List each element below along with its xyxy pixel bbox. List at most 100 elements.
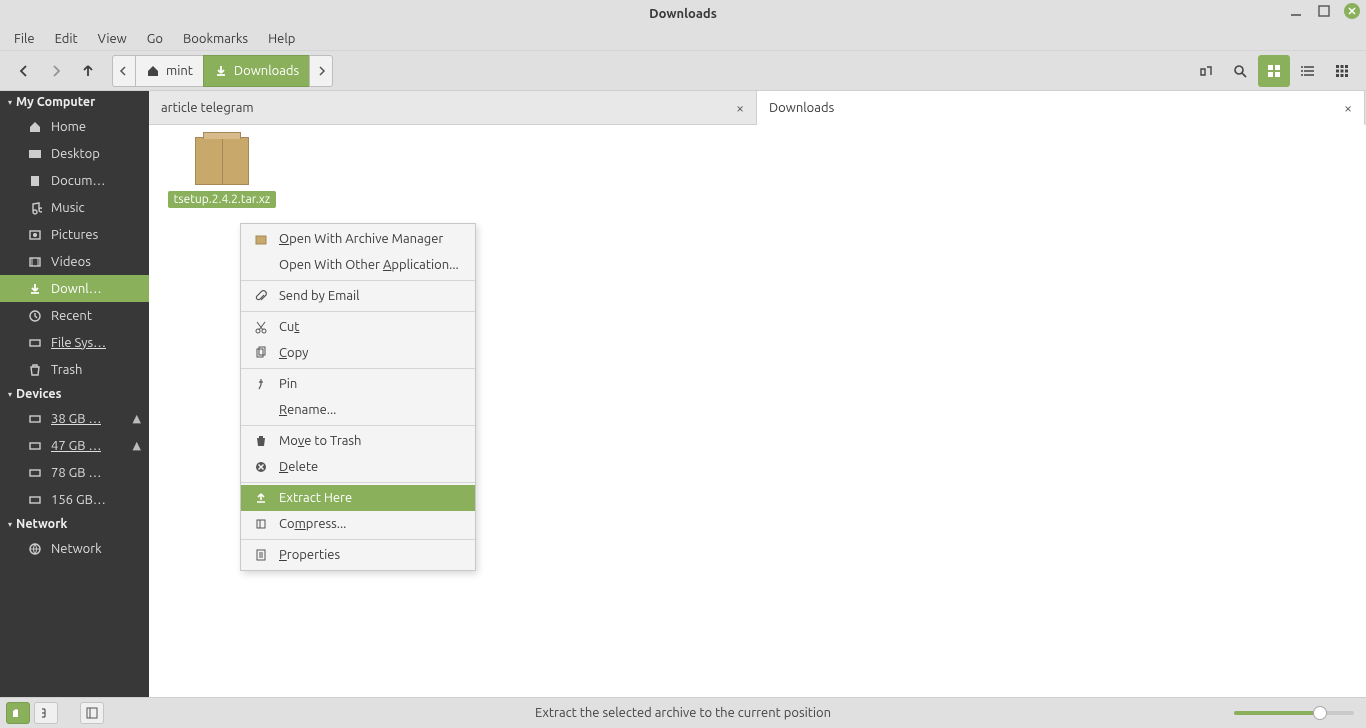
main-area: ▾My Computer Home Desktop Docum… Music P… xyxy=(0,91,1366,697)
menu-open-with-archive[interactable]: Open With Archive Manager xyxy=(241,226,475,252)
properties-icon xyxy=(253,548,269,562)
close-button[interactable] xyxy=(1344,3,1360,19)
zoom-thumb[interactable] xyxy=(1313,706,1327,720)
show-places-button[interactable] xyxy=(6,702,30,724)
menu-go[interactable]: Go xyxy=(137,30,173,48)
menu-copy[interactable]: Copy xyxy=(241,340,475,366)
sidebar-vol-47gb[interactable]: 47 GB … ▲ xyxy=(0,432,149,459)
menu-bookmarks[interactable]: Bookmarks xyxy=(173,30,258,48)
disk-icon xyxy=(28,412,42,426)
archive-small-icon xyxy=(253,232,269,246)
sidebar-network[interactable]: Network xyxy=(0,535,149,562)
menu-help[interactable]: Help xyxy=(258,30,305,48)
trash-icon xyxy=(28,363,42,377)
sidebar: ▾My Computer Home Desktop Docum… Music P… xyxy=(0,91,149,697)
compact-view-button[interactable] xyxy=(1326,55,1358,87)
menu-pin[interactable]: Pin xyxy=(241,371,475,397)
menubar: File Edit View Go Bookmarks Help xyxy=(0,27,1366,51)
sidebar-filesystem[interactable]: File Sys… xyxy=(0,329,149,356)
tab-label: Downloads xyxy=(769,101,834,115)
sidebar-trash[interactable]: Trash xyxy=(0,356,149,383)
status-text: Extract the selected archive to the curr… xyxy=(0,706,1366,720)
path-current[interactable]: Downloads xyxy=(203,55,310,87)
menu-delete[interactable]: Delete xyxy=(241,454,475,480)
pin-icon xyxy=(253,377,269,391)
toggle-location-button[interactable] xyxy=(1190,55,1222,87)
sidebar-pictures[interactable]: Pictures xyxy=(0,221,149,248)
recent-icon xyxy=(28,309,42,323)
zoom-slider[interactable] xyxy=(1234,711,1354,715)
forward-button[interactable] xyxy=(40,55,72,87)
path-home[interactable]: mint xyxy=(135,55,204,87)
show-tree-button[interactable] xyxy=(34,702,58,724)
icon-view-button[interactable] xyxy=(1258,55,1290,87)
disk-icon xyxy=(28,439,42,453)
menu-rename[interactable]: Rename... xyxy=(241,397,475,423)
separator xyxy=(241,425,475,426)
sidebar-videos[interactable]: Videos xyxy=(0,248,149,275)
window-controls xyxy=(1288,3,1360,19)
maximize-button[interactable] xyxy=(1316,3,1332,19)
separator xyxy=(241,311,475,312)
minimize-button[interactable] xyxy=(1288,3,1304,19)
list-view-button[interactable] xyxy=(1292,55,1324,87)
toolbar: mint Downloads xyxy=(0,51,1366,91)
sidebar-recent[interactable]: Recent xyxy=(0,302,149,329)
home-icon xyxy=(146,64,160,78)
disk-icon xyxy=(28,493,42,507)
sidebar-documents[interactable]: Docum… xyxy=(0,167,149,194)
menu-properties[interactable]: Properties xyxy=(241,542,475,568)
menu-file[interactable]: File xyxy=(4,30,45,48)
file-label: tsetup.2.4.2.tar.xz xyxy=(168,191,277,208)
menu-send-by-email[interactable]: Send by Email xyxy=(241,283,475,309)
eject-icon[interactable]: ▲ xyxy=(133,412,141,425)
path-prev-button[interactable] xyxy=(112,55,136,87)
tab-close-button[interactable]: × xyxy=(1344,100,1352,116)
file-item-tsetup[interactable]: tsetup.2.4.2.tar.xz xyxy=(167,137,277,208)
search-button[interactable] xyxy=(1224,55,1256,87)
tab-downloads[interactable]: Downloads × xyxy=(757,91,1365,125)
sidebar-section-computer[interactable]: ▾My Computer xyxy=(0,91,149,113)
tabs: article telegram × Downloads × xyxy=(149,91,1365,125)
eject-icon[interactable]: ▲ xyxy=(133,439,141,452)
home-icon xyxy=(28,120,42,134)
menu-compress[interactable]: Compress... xyxy=(241,511,475,537)
separator xyxy=(241,539,475,540)
tab-close-button[interactable]: × xyxy=(736,100,744,116)
sidebar-music[interactable]: Music xyxy=(0,194,149,221)
sidebar-desktop[interactable]: Desktop xyxy=(0,140,149,167)
attachment-icon xyxy=(253,289,269,303)
sidebar-section-devices[interactable]: ▾Devices xyxy=(0,383,149,405)
path-current-label: Downloads xyxy=(234,64,299,78)
back-button[interactable] xyxy=(8,55,40,87)
pathbar: mint Downloads xyxy=(112,55,333,87)
sidebar-vol-78gb[interactable]: 78 GB … xyxy=(0,459,149,486)
menu-extract-here[interactable]: Extract Here xyxy=(241,485,475,511)
delete-icon xyxy=(253,460,269,474)
cut-icon xyxy=(253,320,269,334)
sidebar-vol-38gb[interactable]: 38 GB … ▲ xyxy=(0,405,149,432)
path-next-button[interactable] xyxy=(309,55,333,87)
close-sidebar-button[interactable] xyxy=(80,702,104,724)
menu-open-with-other[interactable]: Open With Other Application... xyxy=(241,252,475,278)
music-icon xyxy=(28,201,42,215)
separator xyxy=(241,368,475,369)
tab-label: article telegram xyxy=(161,101,254,115)
trash-icon xyxy=(253,434,269,448)
statusbar: Extract the selected archive to the curr… xyxy=(0,697,1366,728)
menu-view[interactable]: View xyxy=(88,30,137,48)
window-title: Downloads xyxy=(0,7,1366,21)
sidebar-home[interactable]: Home xyxy=(0,113,149,140)
sidebar-downloads[interactable]: Downl… xyxy=(0,275,149,302)
archive-icon xyxy=(195,137,249,185)
extract-icon xyxy=(253,491,269,505)
sidebar-vol-156gb[interactable]: 156 GB… xyxy=(0,486,149,513)
sidebar-section-network[interactable]: ▾Network xyxy=(0,513,149,535)
menu-edit[interactable]: Edit xyxy=(45,30,88,48)
menu-move-to-trash[interactable]: Move to Trash xyxy=(241,428,475,454)
disk-icon xyxy=(28,336,42,350)
menu-cut[interactable]: Cut xyxy=(241,314,475,340)
network-icon xyxy=(28,542,42,556)
tab-article-telegram[interactable]: article telegram × xyxy=(149,91,757,125)
up-button[interactable] xyxy=(72,55,104,87)
